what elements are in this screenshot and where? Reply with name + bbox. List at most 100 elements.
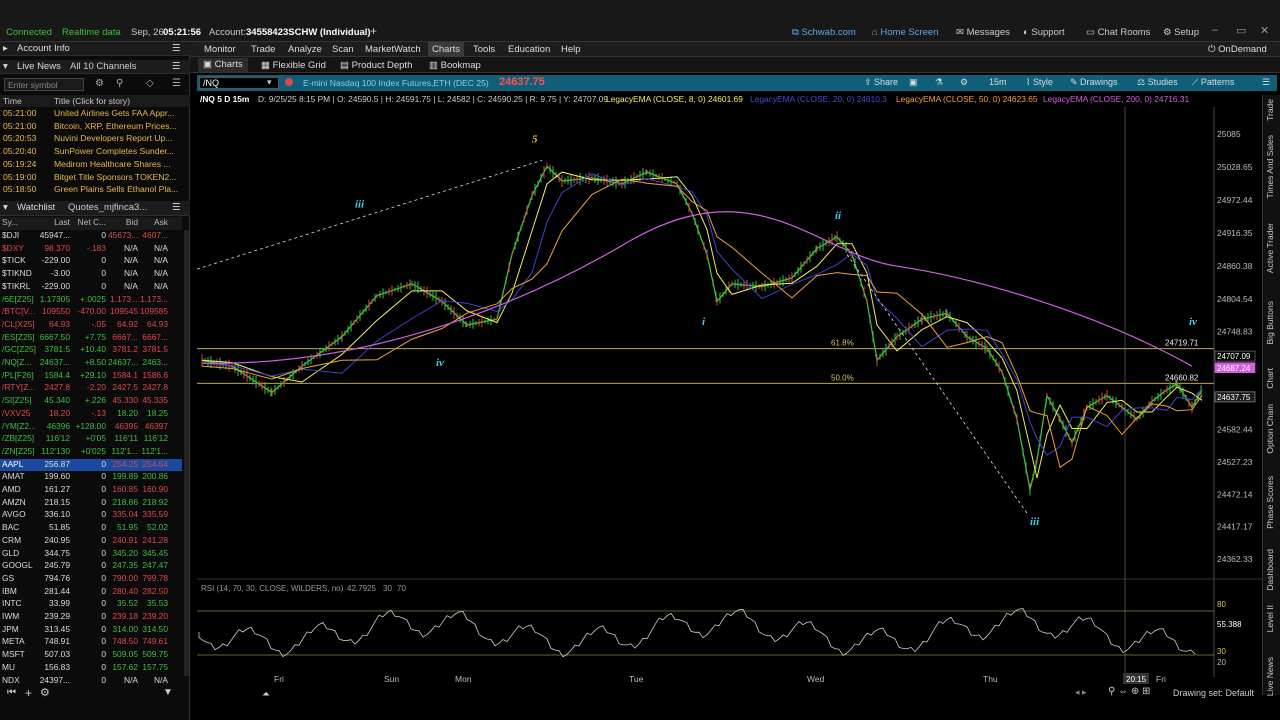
table-row[interactable]: MSFT 507.03 0 509.05 509.75 xyxy=(0,649,182,662)
news-title[interactable]: Green Plains Sells Ethanol Pla... xyxy=(54,184,178,194)
symbol-cell[interactable]: AMD xyxy=(2,484,40,494)
menu-analyze[interactable]: Analyze xyxy=(288,44,322,55)
menu-monitor[interactable]: Monitor xyxy=(204,44,236,55)
table-row[interactable]: IBM 281.44 0 280.40 282.50 xyxy=(0,586,182,599)
symbol-cell[interactable]: /ZN[Z25] xyxy=(2,446,40,456)
close-icon[interactable]: ✕ xyxy=(1260,24,1269,37)
drawing-set-label[interactable]: Drawing set: Default xyxy=(1173,688,1254,698)
expand-icon[interactable]: ▸ xyxy=(3,43,8,54)
table-row[interactable]: /ZB[Z25] 116'12 +0'05 116'11 116'12 xyxy=(0,433,182,446)
symbol-cell[interactable]: /NQ[Z... xyxy=(2,357,40,367)
menu-icon[interactable]: ☰ xyxy=(172,78,181,89)
table-row[interactable]: AVGO 336.10 0 335.04 335.59 xyxy=(0,509,182,522)
tab-charts[interactable]: ▣ Charts xyxy=(198,58,248,72)
symbol-cell[interactable]: JPM xyxy=(2,624,40,634)
symbol-cell[interactable]: AAPL xyxy=(2,459,40,469)
news-item[interactable]: 05:20:53 Nuvini Developers Report Up... xyxy=(0,133,190,146)
tab-bookmap[interactable]: ▥ Bookmap xyxy=(429,60,481,71)
menu-tools[interactable]: Tools xyxy=(473,44,495,55)
symbol-cell[interactable]: AMAT xyxy=(2,471,40,481)
gadget-tab-dashboard[interactable]: Dashboard xyxy=(1265,549,1275,591)
menu-icon[interactable]: ☰ xyxy=(172,61,181,72)
symbol-cell[interactable]: BAC xyxy=(2,522,40,532)
menu-marketwatch[interactable]: MarketWatch xyxy=(365,44,421,55)
table-row[interactable]: AMD 161.27 0 160.85 160.90 xyxy=(0,484,182,497)
price-chart[interactable]: 25085 25028.65 24972.44 24916.35 24860.38 248… xyxy=(197,107,1262,707)
menu-help[interactable]: Help xyxy=(561,44,581,55)
style-button[interactable]: ⌇ Style xyxy=(1026,77,1053,88)
table-row[interactable]: AMZN 218.15 0 218.86 218.92 xyxy=(0,497,182,510)
news-item[interactable]: 05:18:50 Green Plains Sells Ethanol Pla..… xyxy=(0,184,190,197)
symbol-cell[interactable]: /ZB[Z25] xyxy=(2,433,40,443)
symbol-cell[interactable]: $DJI xyxy=(2,230,40,240)
settings-icon[interactable]: ⚙ xyxy=(960,77,968,88)
table-row[interactable]: IWM 239.29 0 239.18 239.20 xyxy=(0,611,182,624)
news-item[interactable]: 05:19:00 Bitget Title Sponsors TOKEN2... xyxy=(0,172,190,185)
symbol-cell[interactable]: /GC[Z25] xyxy=(2,344,40,354)
symbol-cell[interactable]: CRM xyxy=(2,535,40,545)
symbol-cell[interactable]: $TIKND xyxy=(2,268,40,278)
news-title[interactable]: Bitcoin, XRP, Ethereum Prices... xyxy=(54,121,178,131)
symbol-cell[interactable]: $TIKRL xyxy=(2,281,40,291)
chat-rooms-link[interactable]: ▭ Chat Rooms xyxy=(1086,27,1150,38)
symbol-cell[interactable]: GLD xyxy=(2,548,40,558)
messages-link[interactable]: ✉ Messages xyxy=(956,27,1010,38)
chevron-down-icon[interactable]: ▾ xyxy=(267,77,272,88)
table-row[interactable]: /GC[Z25] 3781.5 +10.40 3781.2 3781.5 xyxy=(0,344,182,357)
ema20-readout[interactable]: LegacyEMA (CLOSE, 20, 0) 24610.3 xyxy=(750,94,887,104)
table-row[interactable]: /SI[Z25] 45.340 +.226 45.330 45.335 xyxy=(0,395,182,408)
symbol-cell[interactable]: GS xyxy=(2,573,40,583)
symbol-cell[interactable]: /CL[X25] xyxy=(2,319,40,329)
ema50-readout[interactable]: LegacyEMA (CLOSE, 50, 0) 24623.65 xyxy=(896,94,1038,104)
symbol-cell[interactable]: /ES[Z25] xyxy=(2,332,40,342)
chevron-down-icon[interactable]: ▼ xyxy=(163,687,173,698)
chart-aggregation[interactable]: /NQ 5 D 15m xyxy=(200,94,249,104)
menu-scan[interactable]: Scan xyxy=(332,44,354,55)
schwab-link[interactable]: ⧉ Schwab.com xyxy=(792,27,856,38)
table-row[interactable]: /6E[Z25] 1.17305 +.0025 1.173... 1.173... xyxy=(0,294,182,307)
table-row[interactable]: /ZN[Z25] 112'130 +0'025 112'1... 112'1... xyxy=(0,446,182,459)
gadget-tab-trade[interactable]: Trade xyxy=(1265,99,1275,121)
patterns-button[interactable]: ⟋ Patterns xyxy=(1192,77,1234,88)
symbol-cell[interactable]: /PL[F26] xyxy=(2,370,40,380)
table-row[interactable]: CRM 240.95 0 240.91 241.28 xyxy=(0,535,182,548)
symbol-cell[interactable]: $DXY xyxy=(2,243,40,253)
table-row[interactable]: /BTC[V... 109550 -470.00 109545 109585 xyxy=(0,306,182,319)
ema200-readout[interactable]: LegacyEMA (CLOSE, 200, 0) 24716.31 xyxy=(1043,94,1189,104)
menu-education[interactable]: Education xyxy=(508,44,550,55)
account-selector[interactable]: 34558423SCHW (Individual) xyxy=(246,27,371,38)
tab-product-depth[interactable]: ▤ Product Depth xyxy=(340,60,412,71)
news-item[interactable]: 05:20:40 SunPower Completes Sunder... xyxy=(0,146,190,159)
gear-icon[interactable]: ⚙ xyxy=(95,78,104,89)
symbol-cell[interactable]: NDX xyxy=(2,675,40,685)
symbol-cell[interactable]: AMZN xyxy=(2,497,40,507)
news-title[interactable]: Medirom Healthcare Shares ... xyxy=(54,159,178,169)
news-title[interactable]: Nuvini Developers Report Up... xyxy=(54,133,178,143)
table-row[interactable]: GS 794.76 0 790.00 799.78 xyxy=(0,573,182,586)
gadget-tab-chart[interactable]: Chart xyxy=(1265,368,1275,389)
studies-button[interactable]: ⚖ Studies xyxy=(1137,77,1178,88)
table-row[interactable]: /VXV25 18.20 -.13 18.20 18.25 xyxy=(0,408,182,421)
news-title[interactable]: United Airlines Gets FAA Appr... xyxy=(54,108,178,118)
alert-icon[interactable] xyxy=(285,78,293,86)
table-row[interactable]: $TICK -229.00 0 N/A N/A xyxy=(0,255,182,268)
gadget-tab-phase-scores[interactable]: Phase Scores xyxy=(1265,476,1275,529)
symbol-cell[interactable]: /SI[Z25] xyxy=(2,395,40,405)
live-news-header[interactable]: ▾ Live News All 10 Channels ☰ xyxy=(0,60,190,74)
channels-dropdown[interactable]: All 10 Channels xyxy=(70,61,137,72)
symbol-cell[interactable]: /BTC[V... xyxy=(2,306,40,316)
symbol-cell[interactable]: MU xyxy=(2,662,40,672)
news-title[interactable]: Bitget Title Sponsors TOKEN2... xyxy=(54,172,178,182)
news-title[interactable]: SunPower Completes Sunder... xyxy=(54,146,178,156)
table-row[interactable]: /ES[Z25] 6667.50 +7.75 6667... 6667... xyxy=(0,332,182,345)
symbol-cell[interactable]: IWM xyxy=(2,611,40,621)
symbol-cell[interactable]: $TICK xyxy=(2,255,40,265)
support-link[interactable]: ◐ Support xyxy=(1023,27,1065,38)
flask-icon[interactable]: ⚗ xyxy=(935,77,943,88)
symbol-cell[interactable]: IBM xyxy=(2,586,40,596)
symbol-cell[interactable]: /6E[Z25] xyxy=(2,294,40,304)
watchlist-scrollbar[interactable] xyxy=(184,230,189,676)
symbol-cell[interactable]: /YM[Z2... xyxy=(2,421,40,431)
add-icon[interactable]: + xyxy=(25,686,32,700)
drawings-button[interactable]: ✎ Drawings xyxy=(1070,77,1118,88)
